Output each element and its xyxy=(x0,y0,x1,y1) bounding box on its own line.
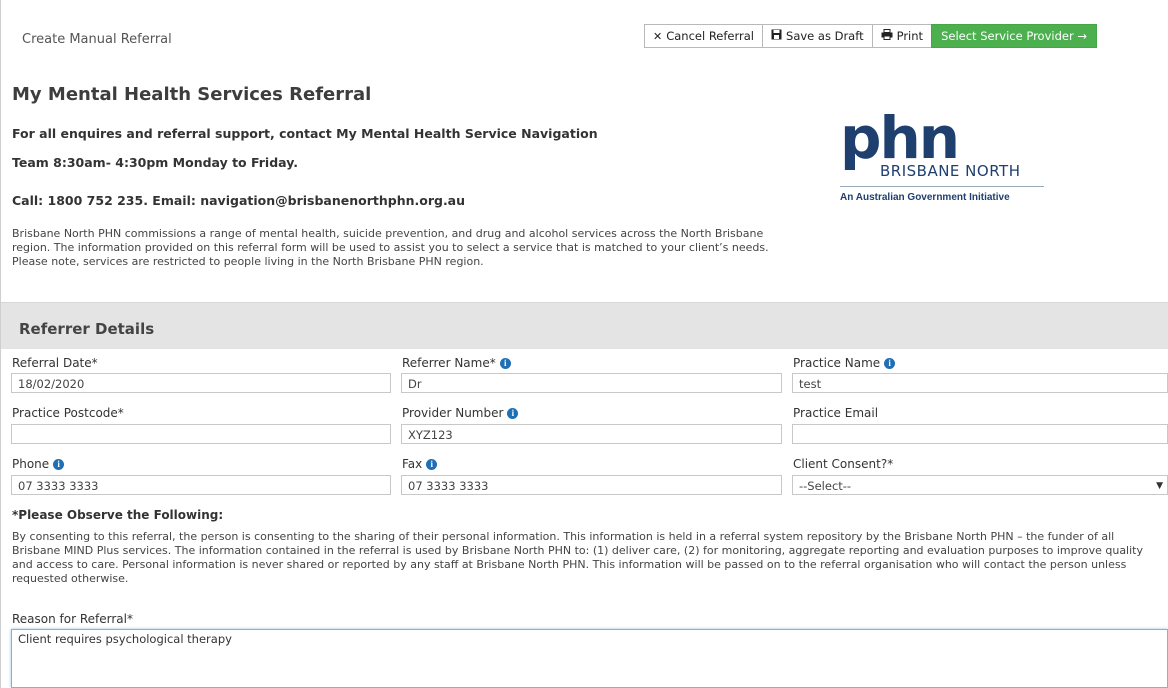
print-button[interactable]: Print xyxy=(871,24,933,48)
practice-email-field[interactable] xyxy=(792,424,1168,444)
phone-label: Phone i xyxy=(12,457,65,471)
practice-name-field[interactable]: test xyxy=(792,373,1168,393)
fax-field[interactable]: 07 3333 3333 xyxy=(401,475,782,495)
section-title: Referrer Details xyxy=(19,320,155,338)
cancel-referral-label: Cancel Referral xyxy=(666,29,755,43)
logo-name: BRISBANE NORTH xyxy=(880,162,1021,180)
client-consent-value: --Select-- xyxy=(799,479,852,493)
select-service-provider-label: Select Service Provider → xyxy=(941,29,1087,43)
save-draft-label: Save as Draft xyxy=(786,29,864,43)
logo-tagline: An Australian Government Initiative xyxy=(840,192,1010,203)
support-call-email-line: Call: 1800 752 235. Email: navigation@br… xyxy=(12,193,466,208)
fax-label: Fax i xyxy=(402,457,438,471)
provider-number-label: Provider Number i xyxy=(402,406,519,420)
info-icon[interactable]: i xyxy=(426,458,438,470)
top-bar: Create Manual Referral ✕ Cancel Referral… xyxy=(0,0,1168,70)
referrer-name-field[interactable]: Dr xyxy=(401,373,782,393)
toolbar: ✕ Cancel Referral Save as Draft Print Se… xyxy=(644,24,1097,48)
page-label: Create Manual Referral xyxy=(22,32,172,47)
intro-paragraph: Brisbane North PHN commissions a range o… xyxy=(12,227,769,268)
logo-divider xyxy=(840,186,1044,187)
consent-notice: By consenting to this referral, the pers… xyxy=(12,530,1143,585)
support-hours-line: Team 8:30am- 4:30pm Monday to Friday. xyxy=(12,155,298,170)
referral-date-field[interactable]: 18/02/2020 xyxy=(11,373,391,393)
close-icon: ✕ xyxy=(653,29,663,43)
referrer-name-label: Referrer Name* i xyxy=(402,356,511,370)
info-icon[interactable]: i xyxy=(507,407,519,419)
info-icon[interactable]: i xyxy=(53,458,65,470)
practice-name-label: Practice Name i xyxy=(793,356,896,370)
print-icon xyxy=(881,29,893,43)
provider-number-field[interactable]: XYZ123 xyxy=(401,424,782,444)
save-icon xyxy=(771,29,782,43)
form-title: My Mental Health Services Referral xyxy=(12,84,372,105)
practice-email-label: Practice Email xyxy=(793,406,879,420)
chevron-down-icon: ▼ xyxy=(1156,481,1163,491)
observe-heading: *Please Observe the Following: xyxy=(12,508,224,522)
info-icon[interactable]: i xyxy=(499,357,511,369)
select-service-provider-button[interactable]: Select Service Provider → xyxy=(931,24,1097,48)
info-icon[interactable]: i xyxy=(884,357,896,369)
client-consent-label: Client Consent?* xyxy=(793,457,894,471)
referral-date-label: Referral Date* xyxy=(12,356,98,370)
practice-postcode-label: Practice Postcode* xyxy=(12,406,124,420)
reason-for-referral-field[interactable]: Client requires psychological therapy xyxy=(11,629,1168,688)
support-contact-line: For all enquires and referral support, c… xyxy=(12,126,598,141)
client-consent-select[interactable]: --Select-- ▼ xyxy=(792,475,1168,495)
practice-postcode-field[interactable] xyxy=(11,424,391,444)
phone-field[interactable]: 07 3333 3333 xyxy=(11,475,391,495)
referrer-details-header: Referrer Details xyxy=(1,302,1168,349)
cancel-referral-button[interactable]: ✕ Cancel Referral xyxy=(644,24,764,48)
print-label: Print xyxy=(896,29,924,43)
reason-for-referral-label: Reason for Referral* xyxy=(12,612,133,626)
phn-logo: phn BRISBANE NORTH An Australian Governm… xyxy=(840,104,1050,210)
save-draft-button[interactable]: Save as Draft xyxy=(762,24,873,48)
